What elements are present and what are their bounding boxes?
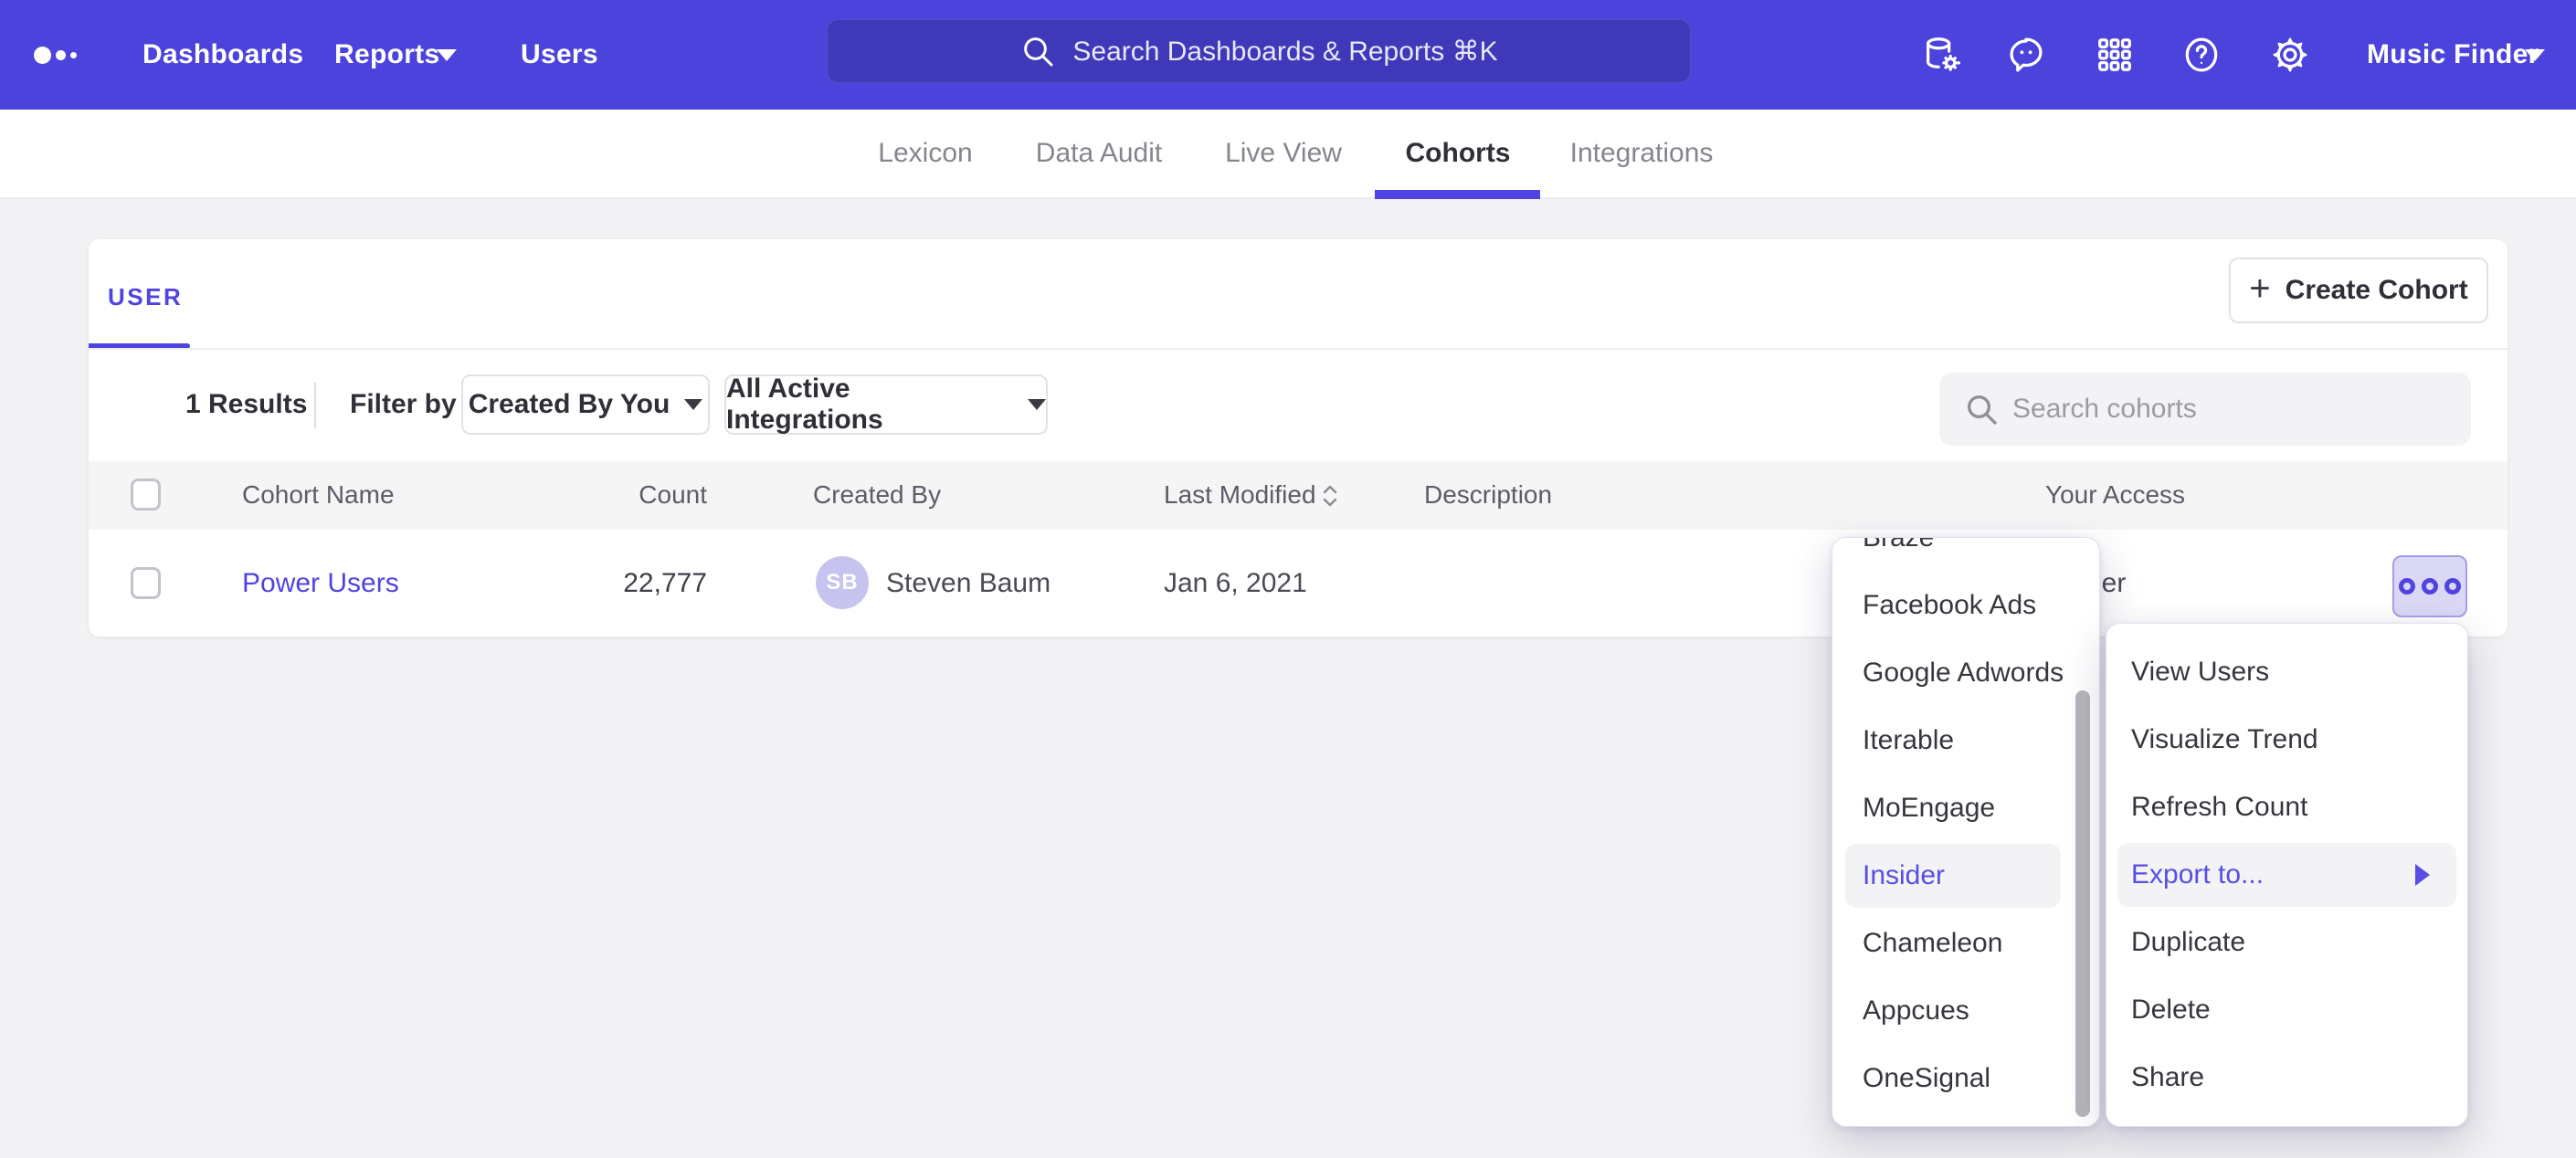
results-count: 1 Results	[185, 390, 307, 419]
global-search-placeholder: Search Dashboards & Reports ⌘K	[1072, 36, 1497, 68]
dot-icon	[2444, 578, 2461, 595]
nav-reports-label: Reports	[334, 39, 439, 70]
section-tab-bar: Lexicon Data Audit Live View Cohorts Int…	[0, 110, 2576, 199]
filter-by-label: Filter by	[350, 390, 457, 419]
tab-data-audit[interactable]: Data Audit	[1036, 110, 1162, 197]
help-icon[interactable]	[2180, 34, 2222, 76]
submenu-item-iterable[interactable]: Iterable	[1863, 709, 1954, 773]
logo-dot-medium	[56, 50, 66, 60]
project-switcher[interactable]: Music Finder	[2367, 0, 2539, 110]
menu-item-delete[interactable]: Delete	[2131, 978, 2211, 1042]
menu-item-export-to[interactable]: Export to...	[2131, 843, 2264, 907]
tab-integrations-label: Integrations	[1570, 138, 1714, 169]
row-actions-menu: View Users Visualize Trend Refresh Count…	[2106, 623, 2468, 1127]
menu-item-duplicate[interactable]: Duplicate	[2131, 911, 2245, 974]
filter-divider	[314, 383, 316, 428]
menu-item-share[interactable]: Share	[2131, 1046, 2204, 1110]
tab-live-view[interactable]: Live View	[1225, 110, 1342, 197]
tab-data-audit-label: Data Audit	[1036, 138, 1162, 169]
integrations-filter-label: All Active Integrations	[726, 374, 1013, 436]
top-nav-bar: Dashboards Reports Users Search Dashboar…	[0, 0, 2576, 110]
project-name: Music Finder	[2367, 39, 2539, 70]
dot-icon	[2399, 578, 2415, 595]
sort-icon[interactable]	[1318, 482, 1342, 514]
header-description: Description	[1424, 481, 1552, 509]
submenu-item-google-adwords[interactable]: Google Adwords	[1863, 641, 2064, 705]
app-screen: Dashboards Reports Users Search Dashboar…	[0, 0, 2576, 1158]
nav-reports[interactable]: Reports	[334, 0, 439, 110]
submenu-item-moengage[interactable]: MoEngage	[1863, 776, 1995, 840]
plus-icon: +	[2249, 270, 2270, 307]
cohort-search-box	[1939, 373, 2471, 446]
export-submenu: Braze Facebook Ads Google Adwords Iterab…	[1832, 537, 2100, 1127]
header-your-access: Your Access	[2045, 481, 2185, 509]
header-cohort-name: Cohort Name	[242, 481, 395, 509]
nav-dashboards[interactable]: Dashboards	[143, 0, 303, 110]
tab-lexicon-label: Lexicon	[878, 138, 972, 169]
logo-dot-large	[34, 47, 51, 64]
submenu-item-insider[interactable]: Insider	[1863, 844, 1945, 908]
submenu-arrow-icon	[2415, 864, 2430, 886]
mixpanel-logo-icon[interactable]	[34, 0, 89, 110]
menu-item-view-users[interactable]: View Users	[2131, 640, 2269, 704]
submenu-item-appcues[interactable]: Appcues	[1863, 979, 1969, 1043]
select-all-checkbox[interactable]	[131, 479, 161, 511]
tab-live-view-label: Live View	[1225, 138, 1342, 169]
menu-item-refresh-count[interactable]: Refresh Count	[2131, 775, 2307, 839]
create-cohort-button[interactable]: + Create Cohort	[2229, 258, 2488, 323]
apps-grid-icon[interactable]	[2094, 34, 2136, 76]
search-icon	[1019, 33, 1056, 69]
logo-dot-small	[70, 52, 77, 58]
nav-users[interactable]: Users	[521, 0, 598, 110]
menu-item-visualize-trend[interactable]: Visualize Trend	[2131, 708, 2318, 772]
card-divider	[89, 348, 2507, 350]
dot-icon	[2422, 578, 2438, 595]
active-tab-underline	[1375, 190, 1540, 199]
cohort-search-input[interactable]	[1939, 373, 2471, 446]
created-by-filter-label: Created By You	[469, 389, 670, 420]
submenu-item-chameleon[interactable]: Chameleon	[1863, 911, 2002, 975]
row-checkbox[interactable]	[131, 567, 161, 599]
tab-lexicon[interactable]: Lexicon	[878, 110, 972, 197]
cohort-count: 22,777	[524, 569, 707, 598]
header-last-modified: Last Modified	[1164, 481, 1316, 509]
submenu-scrollbar-thumb[interactable]	[2075, 690, 2090, 1117]
create-cohort-label: Create Cohort	[2286, 275, 2468, 306]
global-search-button[interactable]: Search Dashboards & Reports ⌘K	[827, 19, 1691, 83]
submenu-item-braze[interactable]: Braze	[1863, 537, 1934, 570]
tab-cohorts-label: Cohorts	[1406, 138, 1511, 169]
cohort-name-link[interactable]: Power Users	[242, 569, 399, 598]
tab-cohorts[interactable]: Cohorts	[1406, 110, 1511, 197]
chevron-down-icon	[1028, 399, 1046, 410]
settings-gear-icon[interactable]	[2269, 34, 2311, 76]
feedback-icon[interactable]	[2005, 34, 2047, 76]
integrations-filter-dropdown[interactable]: All Active Integrations	[724, 374, 1048, 435]
tab-integrations[interactable]: Integrations	[1570, 110, 1714, 197]
avatar-initials: SB	[826, 570, 858, 595]
header-count: Count	[524, 481, 707, 509]
created-by-filter-dropdown[interactable]: Created By You	[461, 374, 710, 435]
chevron-down-icon	[684, 399, 702, 410]
row-actions-button[interactable]	[2392, 555, 2467, 617]
avatar: SB	[816, 556, 869, 609]
created-by-value: Steven Baum	[886, 569, 1050, 598]
header-created-by: Created By	[813, 481, 941, 509]
project-switcher-caret-icon	[2525, 49, 2545, 61]
nav-reports-caret-icon	[437, 49, 457, 61]
nav-users-label: Users	[521, 39, 598, 70]
tab-user-cohorts[interactable]: USER	[108, 283, 183, 311]
submenu-item-facebook-ads[interactable]: Facebook Ads	[1863, 574, 2036, 637]
nav-dashboards-label: Dashboards	[143, 39, 303, 70]
data-management-icon[interactable]	[1921, 34, 1963, 76]
submenu-item-onesignal[interactable]: OneSignal	[1863, 1047, 1990, 1111]
last-modified-value: Jan 6, 2021	[1164, 569, 1307, 598]
